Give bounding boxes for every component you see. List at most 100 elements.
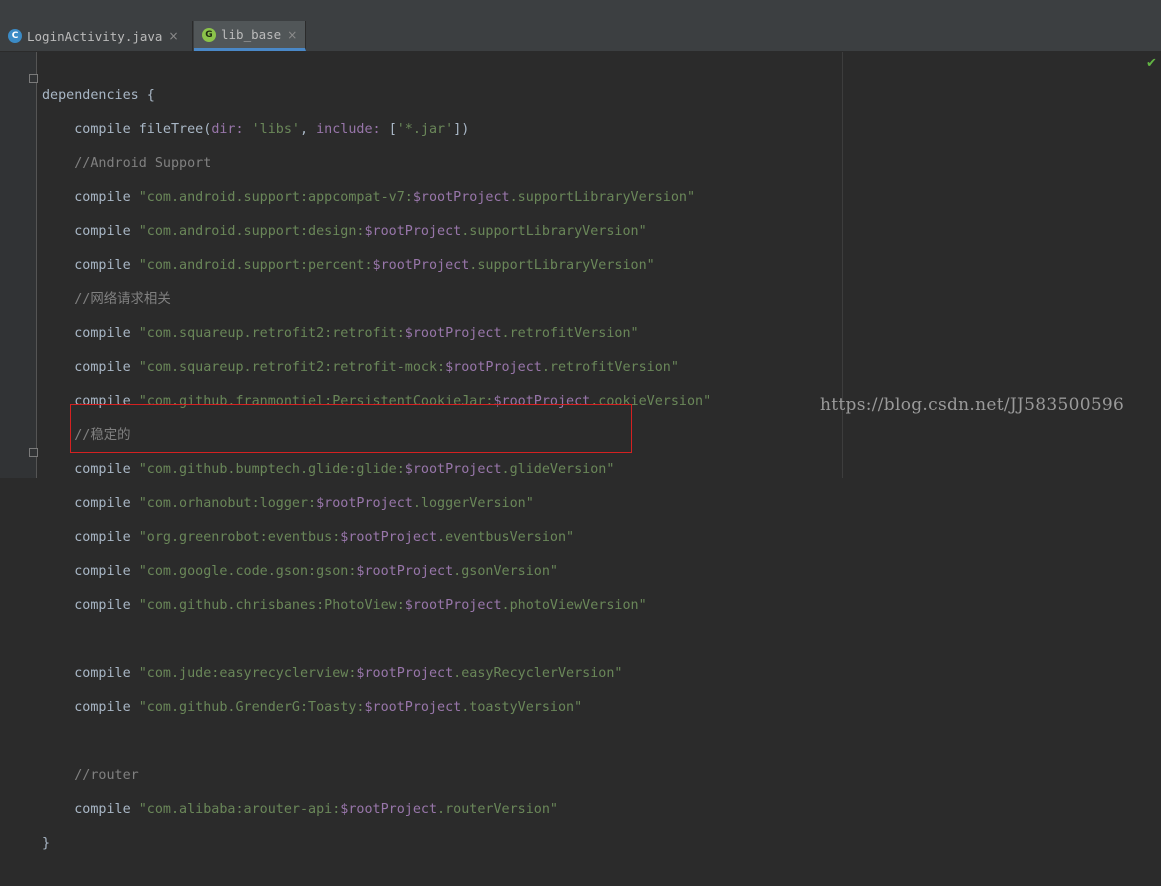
code-token: .routerVersion" (437, 802, 558, 817)
code-token: , (300, 122, 317, 137)
code-line: compile "com.google.code.gson:gson:$root… (42, 563, 711, 580)
code-token: compile (74, 564, 139, 579)
code-token: "com.android.support:percent: (138, 258, 373, 273)
code-line: compile "com.android.support:percent:$ro… (42, 257, 711, 274)
code-token: .glideVersion" (501, 462, 615, 477)
code-token: .photoViewVersion" (501, 598, 647, 613)
code-token: compile (74, 190, 139, 205)
code-token: compile (74, 360, 139, 375)
close-icon[interactable]: × (287, 28, 297, 42)
code-token: $rootProject (340, 530, 438, 545)
editor-gutter (0, 52, 37, 478)
code-token: $rootProject (356, 666, 454, 681)
code-token: "com.squareup.retrofit2:retrofit: (138, 326, 405, 341)
fold-marker-icon[interactable] (29, 74, 38, 83)
code-token: "com.alibaba:arouter-api: (138, 802, 341, 817)
code-line: compile "com.github.GrenderG:Toasty:$roo… (42, 699, 711, 716)
code-comment: //router (74, 768, 139, 783)
code-token: "com.android.support:appcompat-v7: (138, 190, 413, 205)
tab-label: LoginActivity.java (27, 28, 163, 44)
code-token: dependencies { (42, 88, 155, 103)
tab-lib-base[interactable]: G lib_base × (194, 21, 306, 51)
code-token: "org.greenrobot:eventbus: (138, 530, 341, 545)
code-token: compile (74, 224, 139, 239)
title-bar (0, 0, 1161, 22)
code-line: compile "com.github.chrisbanes:PhotoView… (42, 597, 711, 614)
code-token: "com.squareup.retrofit2:retrofit-mock: (138, 360, 446, 375)
code-token: .supportLibraryVersion" (469, 258, 655, 273)
code-token: compile (74, 496, 139, 511)
editor-tab-bar: C LoginActivity.java × G lib_base × (0, 21, 1161, 52)
code-line: } (42, 835, 711, 852)
code-token: dir: (211, 122, 252, 137)
gradle-icon: G (202, 27, 216, 42)
code-token: .supportLibraryVersion" (509, 190, 696, 205)
code-token: compile (74, 666, 139, 681)
code-token: 'libs' (251, 122, 300, 137)
code-token: .easyRecyclerVersion" (453, 666, 623, 681)
code-line: compile "com.alibaba:arouter-api:$rootPr… (42, 801, 711, 818)
code-line: //Android Support (42, 155, 711, 172)
tab-login-activity[interactable]: C LoginActivity.java × (0, 21, 193, 51)
code-token: .retrofitVersion" (501, 326, 639, 341)
code-comment: //Android Support (74, 156, 212, 171)
code-line: dependencies { (42, 87, 711, 104)
code-token: "com.android.support:design: (138, 224, 365, 239)
watermark: https://blog.csdn.net/JJ583500596 (820, 395, 1125, 415)
code-line: compile "com.squareup.retrofit2:retrofit… (42, 325, 711, 342)
code-token: $rootProject (404, 598, 502, 613)
code-token: $rootProject (404, 326, 502, 341)
code-token: $rootProject (412, 190, 510, 205)
code-token: compile (74, 700, 139, 715)
code-line: compile "com.squareup.retrofit2:retrofit… (42, 359, 711, 376)
code-line: compile "com.orhanobut:logger:$rootProje… (42, 495, 711, 512)
code-line: compile "com.android.support:appcompat-v… (42, 189, 711, 206)
code-token: .toastyVersion" (461, 700, 583, 715)
code-token: $rootProject (445, 360, 542, 375)
code-token: ]) (453, 122, 470, 137)
code-token: compile (74, 802, 139, 817)
code-token: include: (316, 122, 389, 137)
code-token: $rootProject (404, 462, 502, 477)
code-token: '*.jar' (396, 122, 454, 137)
code-line: //router (42, 767, 711, 784)
fold-marker-icon[interactable] (29, 448, 38, 457)
code-token: .retrofitVersion" (541, 360, 679, 375)
code-token: $rootProject (372, 258, 470, 273)
highlight-box (70, 404, 632, 453)
code-line: compile "com.android.support:design:$roo… (42, 223, 711, 240)
code-token: .eventbusVersion" (437, 530, 575, 545)
code-token: "com.github.GrenderG:Toasty: (138, 700, 365, 715)
code-line: compile "com.github.bumptech.glide:glide… (42, 461, 711, 478)
code-token: compile (74, 258, 139, 273)
code-token: compile (74, 462, 139, 477)
check-icon: ✔ (1146, 56, 1157, 71)
code-token: "com.github.chrisbanes:PhotoView: (138, 598, 405, 613)
code-token: $rootProject (356, 564, 454, 579)
code-token: .gsonVersion" (453, 564, 558, 579)
code-token: "com.jude:easyrecyclerview: (138, 666, 357, 681)
code-token: "com.orhanobut:logger: (138, 496, 317, 511)
code-token: "com.google.code.gson:gson: (138, 564, 357, 579)
code-token: "com.github.bumptech.glide:glide: (138, 462, 405, 477)
code-token: .loggerVersion" (412, 496, 534, 511)
code-token: compile (74, 326, 139, 341)
code-line: compile "org.greenrobot:eventbus:$rootPr… (42, 529, 711, 546)
code-token: [ (388, 122, 397, 137)
code-line: compile "com.jude:easyrecyclerview:$root… (42, 665, 711, 682)
close-icon[interactable]: × (168, 29, 178, 43)
code-token: compile (74, 598, 139, 613)
code-token: $rootProject (316, 496, 413, 511)
code-comment: //网络请求相关 (74, 292, 171, 307)
code-token: compile (74, 530, 139, 545)
code-line: compile fileTree(dir: 'libs', include: [… (42, 121, 711, 138)
java-class-icon: C (8, 29, 22, 43)
code-text: dependencies { compile fileTree(dir: 'li… (42, 70, 711, 886)
code-token: .supportLibraryVersion" (461, 224, 647, 239)
code-token: $rootProject (364, 224, 462, 239)
tab-label: lib_base (221, 27, 282, 42)
code-token: compile fileTree( (74, 122, 212, 137)
code-line: //网络请求相关 (42, 291, 711, 308)
